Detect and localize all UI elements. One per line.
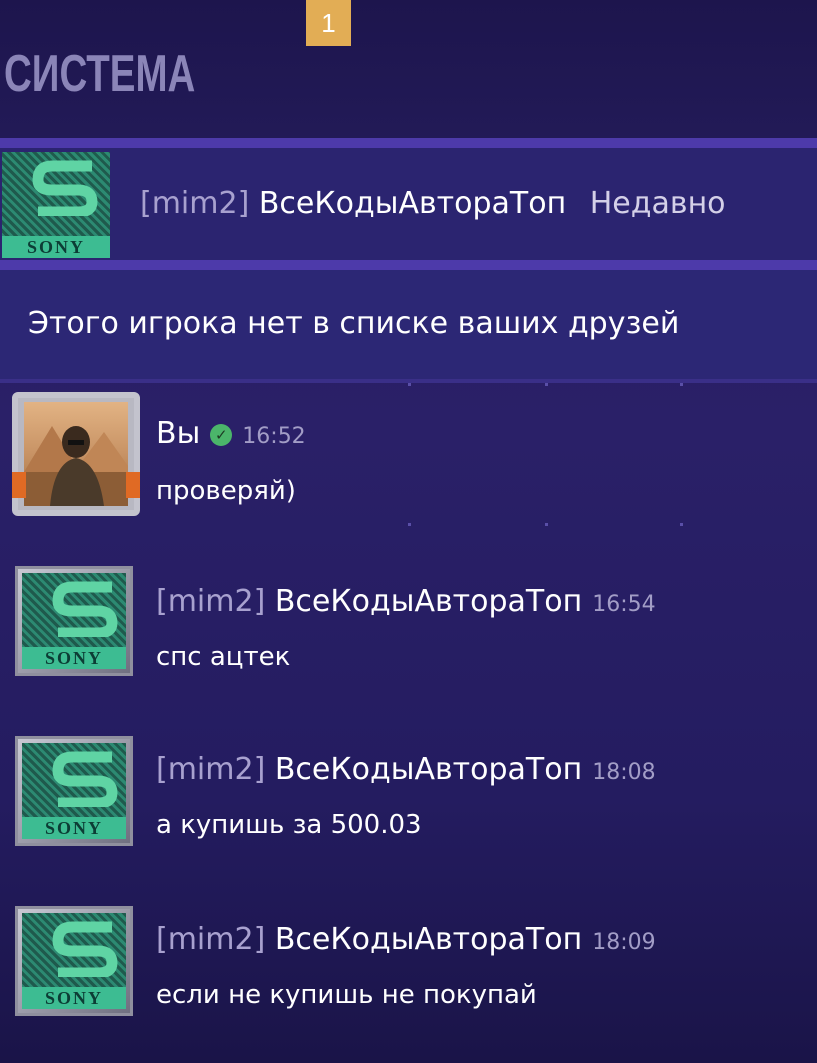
- separator: [0, 260, 817, 270]
- message-text: а купишь за 500.03: [156, 810, 422, 840]
- message-text: проверяй): [156, 476, 296, 506]
- message-header: [mim2] ВсеКодыАвтораТоп 18:08: [156, 752, 656, 787]
- message-time: 16:54: [592, 592, 656, 617]
- sender-avatar[interactable]: SONY: [15, 736, 133, 846]
- frame-accent: [126, 472, 140, 498]
- message-time: 16:52: [242, 424, 306, 449]
- message-header: [mim2] ВсеКодыАвтораТоп 18:09: [156, 922, 656, 957]
- contact-avatar-label: SONY: [2, 236, 110, 258]
- own-avatar[interactable]: [12, 392, 140, 516]
- check-badge-icon: ✓: [210, 423, 233, 446]
- message-text: спс ацтек: [156, 642, 291, 672]
- contact-tag: [mim2]: [140, 186, 250, 221]
- separator: [0, 138, 817, 148]
- sony-s-logo-icon: [52, 921, 118, 977]
- sony-s-logo-icon: [32, 160, 98, 216]
- sender-avatar[interactable]: SONY: [15, 566, 133, 676]
- decor-dot: [680, 383, 683, 386]
- contact-username: ВсеКодыАвтораТоп: [258, 186, 567, 221]
- frame-accent: [12, 472, 26, 498]
- contact-status: Недавно: [589, 186, 726, 221]
- decor-dot: [545, 523, 548, 526]
- sender-avatar[interactable]: SONY: [15, 906, 133, 1016]
- avatar-picture: [24, 426, 128, 506]
- sender-avatar-label: SONY: [22, 647, 126, 669]
- message-tag: [mim2]: [156, 922, 266, 957]
- sony-s-logo-icon: [52, 751, 118, 807]
- decor-dot: [408, 523, 411, 526]
- decor-dot: [680, 523, 683, 526]
- message-header: [mim2] ВсеКодыАвтораТоп 16:54: [156, 584, 656, 619]
- message-time: 18:08: [592, 760, 656, 785]
- header-title: СИСТЕМА: [4, 45, 196, 103]
- message-sender[interactable]: Вы: [156, 416, 200, 451]
- contact-name[interactable]: [mim2] ВсеКодыАвтораТоп Недавно: [140, 186, 726, 221]
- sony-s-logo-icon: [52, 581, 118, 637]
- message-text: если не купишь не покупай: [156, 980, 537, 1010]
- unread-count-badge: 1: [306, 0, 351, 46]
- contact-avatar[interactable]: SONY: [0, 150, 110, 258]
- message-tag: [mim2]: [156, 752, 266, 787]
- message-tag: [mim2]: [156, 584, 266, 619]
- decor-dot: [408, 383, 411, 386]
- decor-dot: [545, 383, 548, 386]
- sender-avatar-label: SONY: [22, 817, 126, 839]
- message-time: 18:09: [592, 930, 656, 955]
- friend-notice-text: Этого игрока нет в списке ваших друзей: [28, 306, 680, 341]
- sender-avatar-label: SONY: [22, 987, 126, 1009]
- message-sender[interactable]: ВсеКодыАвтораТоп: [275, 584, 582, 619]
- message-header: Вы ✓ 16:52: [156, 416, 306, 451]
- message-sender[interactable]: ВсеКодыАвтораТоп: [275, 752, 582, 787]
- message-sender[interactable]: ВсеКодыАвтораТоп: [275, 922, 582, 957]
